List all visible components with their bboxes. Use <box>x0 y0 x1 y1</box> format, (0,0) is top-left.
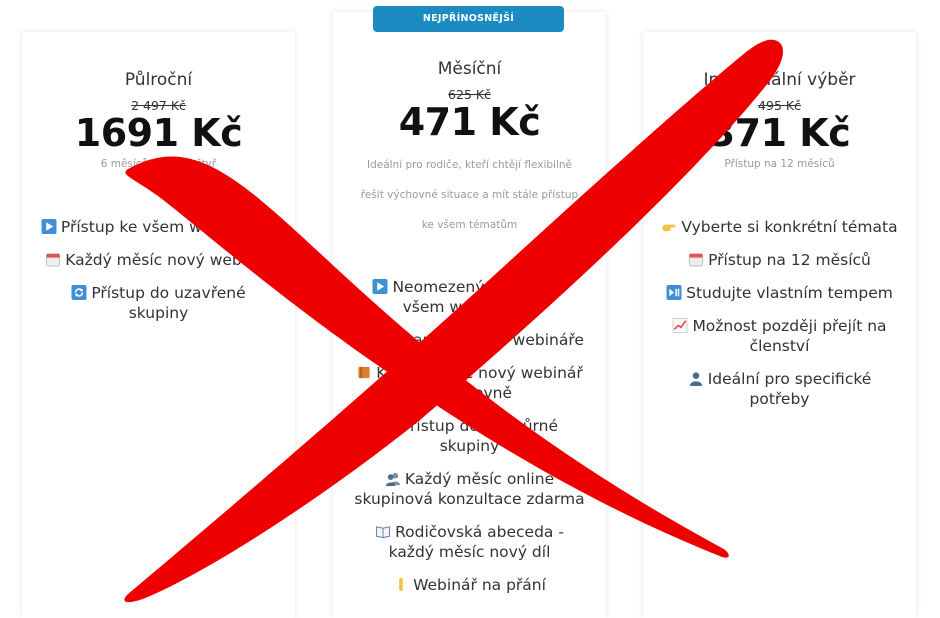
pointing-hand-icon <box>662 224 676 232</box>
play-button-icon <box>372 279 388 294</box>
plan-name: Měsíční <box>437 59 502 79</box>
feature-text: Přístup ke všem webinářům <box>60 218 277 236</box>
price: 471 Kč <box>398 100 541 144</box>
feature-item: Možnost později přejít na členství <box>643 316 916 356</box>
feature-text: Záznam každého webináře <box>375 331 584 349</box>
pricing-card-half-year: Půlroční 2 497 Kč 1691 Kč 6 měsíců za ce… <box>22 32 295 618</box>
feature-item: Každý měsíc online skupinová konzultace … <box>333 469 606 509</box>
chart-increasing-icon <box>672 318 688 333</box>
feature-item: Přístup do podpůrné skupiny <box>333 416 606 456</box>
feature-text: Neomezený přístup ke všem webinářům <box>392 278 567 316</box>
feature-text: Možnost později přejít na členství <box>692 317 887 355</box>
plan-subtitle: 6 měsíců za cenu čtyř <box>100 158 217 170</box>
feature-list: Neomezený přístup ke všem webinářům Zázn… <box>333 277 606 595</box>
description-line: Ideální pro rodiče, kteří chtějí flexibi… <box>366 159 573 171</box>
feature-item: Rodičovská abeceda - každý měsíc nový dí… <box>333 522 606 562</box>
recommended-badge: NEJPŘÍNOSNĚJŠÍ <box>373 6 564 32</box>
description-line: ke všem tématům <box>421 219 518 231</box>
feature-text: Ideální pro specifické potřeby <box>707 370 872 408</box>
feature-text: Přístup na 12 měsíců <box>708 251 871 269</box>
notes-icon <box>357 332 370 347</box>
hand-icon <box>399 577 403 592</box>
feature-text: Rodičovská abeceda - každý měsíc nový dí… <box>388 523 564 561</box>
feature-list: Přístup ke všem webinářům Každý měsíc no… <box>22 217 295 323</box>
feature-list: Vyberte si konkrétní témata Přístup na 1… <box>643 217 916 409</box>
feature-item: Webinář na přání <box>333 575 606 595</box>
feature-text: Studujte vlastním tempem <box>686 284 893 302</box>
feature-item: Neomezený přístup ke všem webinářům <box>333 277 606 317</box>
feature-text: Přístup do uzavřené skupiny <box>91 284 246 322</box>
pricing-card-individual: Individuální výběr 495 Kč 371 Kč Přístup… <box>643 32 916 618</box>
feature-text: Vyberte si konkrétní témata <box>681 218 898 236</box>
book-icon <box>358 366 370 379</box>
feature-text: Webinář na přání <box>413 576 546 594</box>
calendar-icon <box>46 253 61 267</box>
feature-item: Přístup do uzavřené skupiny <box>22 283 295 323</box>
feature-item: Studujte vlastním tempem <box>643 283 916 303</box>
feature-text: Přístup do podpůrné skupiny <box>400 417 559 455</box>
play-pause-icon <box>666 285 682 300</box>
feature-text: Každý měsíc nový webinář v knihovně <box>376 364 583 402</box>
feature-item: Každý měsíc nový webinář <box>22 250 295 270</box>
pricing-card-monthly: NEJPŘÍNOSNĚJŠÍ Měsíční 625 Kč 471 Kč Ide… <box>333 6 606 618</box>
calendar-icon <box>689 253 704 267</box>
feature-item: Ideální pro specifické potřeby <box>643 369 916 409</box>
plan-name: Půlroční <box>124 70 193 90</box>
feature-item: Každý měsíc nový webinář v knihovně <box>333 363 606 403</box>
plan-subtitle: Přístup na 12 měsíců <box>724 158 835 170</box>
people-icon <box>385 472 400 486</box>
feature-item: Přístup ke všem webinářům <box>22 217 295 237</box>
person-icon <box>689 372 702 386</box>
price: 371 Kč <box>708 111 851 155</box>
feature-text: Každý měsíc nový webinář <box>65 251 272 269</box>
feature-item: Vyberte si konkrétní témata <box>643 217 916 237</box>
description-line: řešit výchovné situace a mít stále příst… <box>360 189 579 201</box>
refresh-icon <box>381 418 397 433</box>
feature-item: Záznam každého webináře <box>333 330 606 350</box>
play-button-icon <box>41 219 57 234</box>
price: 1691 Kč <box>74 111 243 155</box>
refresh-icon <box>71 285 87 300</box>
open-book-icon <box>376 526 391 539</box>
feature-item: Přístup na 12 měsíců <box>643 250 916 270</box>
plan-name: Individuální výběr <box>703 70 856 90</box>
plan-description: Ideální pro rodiče, kteří chtějí flexibi… <box>333 150 606 240</box>
